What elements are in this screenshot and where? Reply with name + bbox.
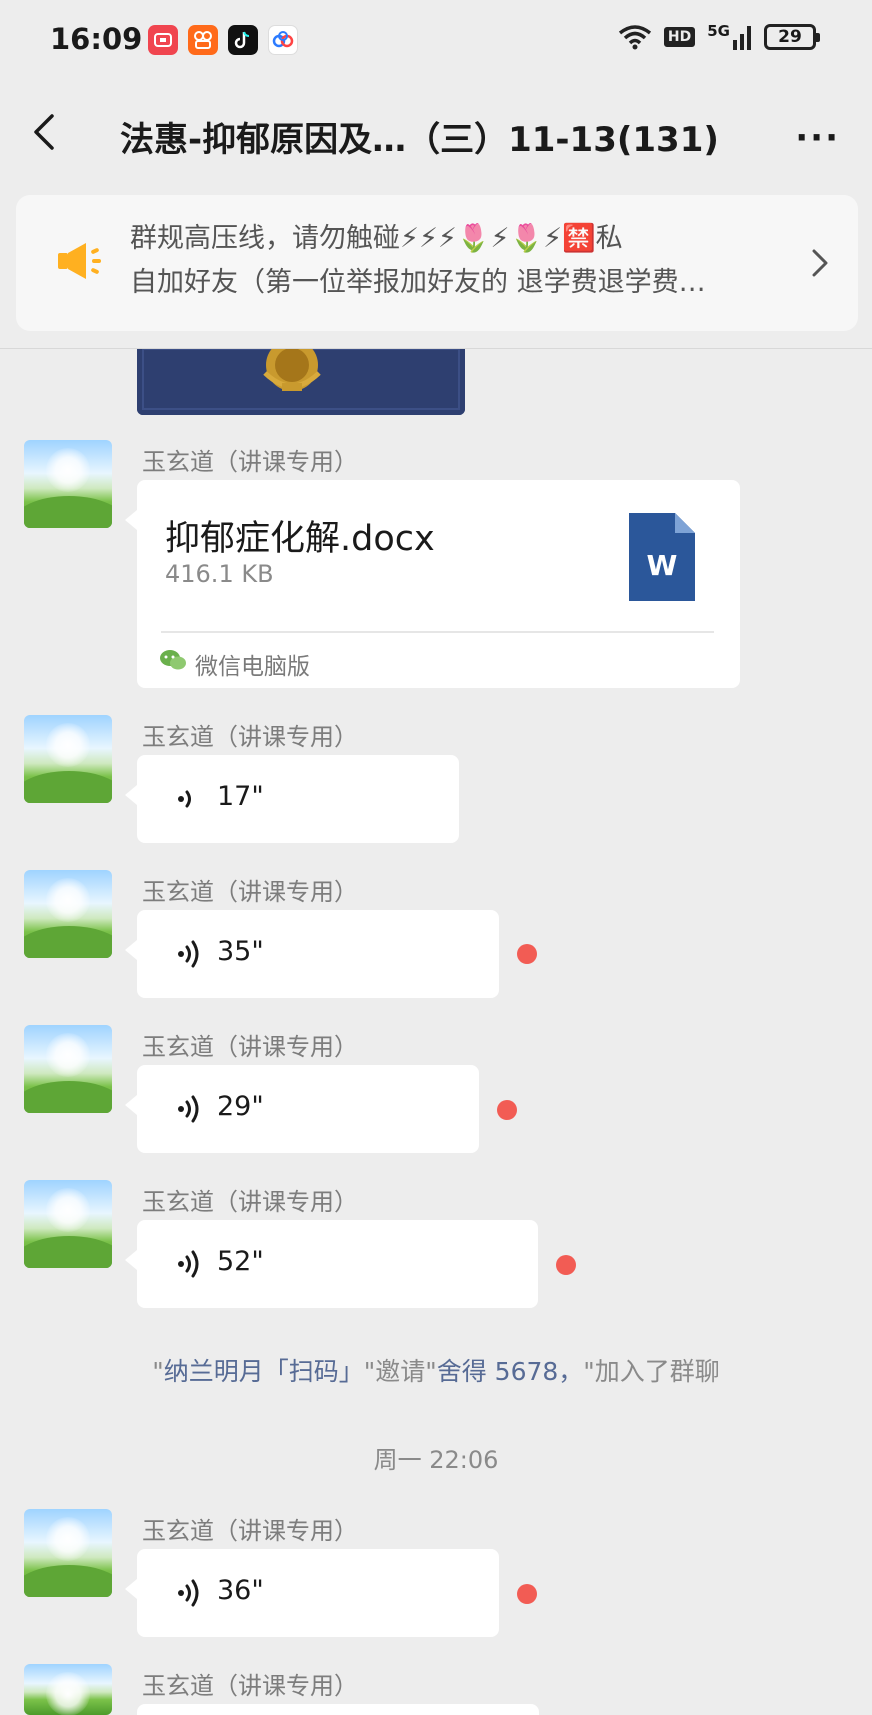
voice-wave-icon	[178, 1250, 199, 1278]
file-type-letter: W	[646, 549, 678, 582]
voice-duration: 35"	[217, 936, 264, 967]
unread-dot	[517, 944, 537, 964]
sender-name: 玉玄道（讲课专用）	[142, 1033, 358, 1061]
avatar[interactable]	[24, 715, 112, 803]
battery-level: 29	[778, 27, 802, 47]
back-button[interactable]	[22, 108, 70, 156]
sys-text: "	[152, 1357, 164, 1386]
system-invite-message: "纳兰明月「扫码」"邀请"舍得 5678，"加入了群聊	[0, 1352, 872, 1388]
voice-wave-icon	[178, 1579, 199, 1607]
battery-icon: 29	[764, 24, 820, 50]
baidu-netdisk-icon	[268, 25, 298, 55]
sender-name: 玉玄道（讲课专用）	[142, 448, 358, 476]
sender-name: 玉玄道（讲课专用）	[142, 878, 358, 906]
voice-duration: 52"	[217, 1246, 264, 1277]
unread-dot	[517, 1584, 537, 1604]
avatar[interactable]	[24, 1025, 112, 1113]
sender-name: 玉玄道（讲课专用）	[142, 1188, 358, 1216]
partial-bubble[interactable]	[137, 1704, 539, 1715]
sender-name: 玉玄道（讲课专用）	[142, 1672, 358, 1700]
status-time: 16:09	[50, 22, 143, 56]
status-bar: 16:09 HD 5G 29	[0, 0, 872, 82]
signal-icon	[733, 26, 751, 50]
megaphone-icon	[58, 243, 101, 279]
notice-text: 群规高压线，请勿触碰⚡⚡⚡🌷⚡🌷⚡🈲私 自加好友（第一位举报加好友的 退学费退学…	[130, 217, 790, 305]
sys-text: "邀请"	[363, 1357, 437, 1386]
video-app-icon	[148, 25, 178, 55]
voice-wave-icon	[178, 1095, 199, 1123]
more-options-button[interactable]: ···	[795, 118, 840, 158]
avatar[interactable]	[24, 1180, 112, 1268]
sender-name: 玉玄道（讲课专用）	[142, 723, 358, 751]
voice-bubble[interactable]: 35"	[125, 910, 499, 998]
unread-dot	[497, 1100, 517, 1120]
voice-wave-icon	[178, 790, 191, 808]
chevron-left-icon	[34, 114, 54, 150]
file-name: 抑郁症化解.docx	[165, 519, 435, 559]
group-notice-banner[interactable]: 群规高压线，请勿触碰⚡⚡⚡🌷⚡🌷⚡🈲私 自加好友（第一位举报加好友的 退学费退学…	[16, 195, 858, 331]
voice-bubble[interactable]: 17"	[125, 755, 459, 843]
wechat-icon	[160, 650, 186, 670]
signal-indicator: 5G	[707, 24, 752, 50]
voice-duration: 36"	[217, 1575, 264, 1606]
sender-name: 玉玄道（讲课专用）	[142, 1517, 358, 1545]
file-source-label: 微信电脑版	[195, 654, 310, 680]
voice-bubble[interactable]: 52"	[125, 1220, 538, 1308]
wifi-icon	[618, 25, 651, 50]
chevron-right-icon	[812, 249, 828, 277]
hd-badge: HD	[663, 27, 696, 47]
emblem-image	[137, 349, 465, 415]
sys-text: "加入了群聊	[583, 1357, 720, 1386]
status-app-icons	[148, 25, 298, 55]
status-indicators: HD 5G 29	[618, 24, 820, 50]
file-bubble[interactable]: 抑郁症化解.docx 416.1 KB W 微信电脑版	[125, 480, 740, 688]
voice-wave-icon	[178, 940, 199, 968]
notice-line-2: 自加好友（第一位举报加好友的 退学费退学费…	[130, 267, 706, 298]
avatar[interactable]	[24, 1509, 112, 1597]
notice-line-1: 群规高压线，请勿触碰⚡⚡⚡🌷⚡🌷⚡🈲私	[130, 223, 623, 254]
word-doc-icon: W	[629, 513, 695, 601]
tiktok-icon	[228, 25, 258, 55]
file-separator	[161, 631, 714, 633]
image-message-partial[interactable]	[137, 349, 465, 415]
chat-header: 法惠-抑郁原因及…（三）11-13(131) ···	[0, 82, 872, 182]
message-timestamp: 周一 22:06	[373, 1446, 499, 1474]
kuaishou-icon	[188, 25, 218, 55]
network-label: 5G	[707, 22, 730, 40]
chat-title: 法惠-抑郁原因及…（三）11-13(131)	[120, 120, 719, 160]
avatar[interactable]	[24, 870, 112, 958]
voice-bubble[interactable]: 29"	[125, 1065, 479, 1153]
avatar[interactable]	[24, 1664, 112, 1715]
file-size: 416.1 KB	[165, 560, 274, 588]
unread-dot	[556, 1255, 576, 1275]
inviter-name[interactable]: 纳兰明月「扫码」	[164, 1357, 364, 1386]
voice-duration: 29"	[217, 1091, 264, 1122]
voice-duration: 17"	[217, 781, 264, 812]
voice-bubble[interactable]: 36"	[125, 1549, 499, 1637]
invitee-name[interactable]: 舍得 5678，	[437, 1357, 584, 1386]
avatar[interactable]	[24, 440, 112, 528]
